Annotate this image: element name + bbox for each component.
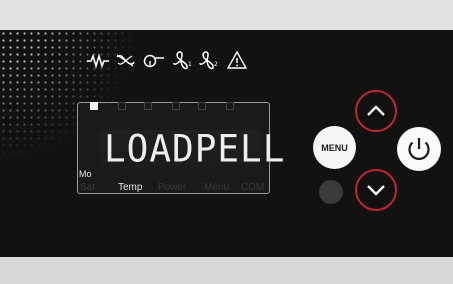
lcd-indicator-square bbox=[198, 102, 206, 110]
power-icon bbox=[408, 138, 430, 161]
status-icon-row: 1 2 bbox=[86, 49, 256, 71]
menu-button[interactable]: MENU bbox=[313, 126, 356, 169]
svg-text:2: 2 bbox=[214, 61, 218, 68]
menu-button-label: MENU bbox=[321, 142, 348, 153]
lcd-label-power: Power bbox=[158, 182, 187, 193]
fan1-icon: 1 bbox=[172, 49, 194, 71]
lcd-indicator-square bbox=[226, 102, 234, 110]
lcd-indicator-row bbox=[86, 102, 256, 112]
fan-off-icon bbox=[114, 49, 136, 71]
heater-icon bbox=[86, 49, 110, 71]
power-button[interactable] bbox=[397, 127, 441, 171]
down-button[interactable] bbox=[355, 169, 397, 211]
top-wall-strip bbox=[0, 0, 453, 30]
lcd-indicator-square bbox=[90, 102, 98, 110]
lcd-label-sat: Sat bbox=[80, 182, 96, 193]
up-button[interactable] bbox=[355, 90, 397, 132]
chevron-down-icon bbox=[367, 185, 385, 196]
fan2-icon: 2 bbox=[198, 49, 220, 71]
lcd-indicator-square bbox=[172, 102, 180, 110]
chevron-up-icon bbox=[367, 105, 385, 116]
bottom-wall-strip bbox=[0, 257, 453, 284]
auger-icon bbox=[142, 49, 166, 71]
lcd-label-com: COM bbox=[241, 182, 265, 193]
lcd-main-text: LOADPELL bbox=[104, 127, 286, 171]
svg-text:1: 1 bbox=[188, 61, 192, 68]
status-led bbox=[319, 180, 343, 204]
lcd-label-temp: Temp bbox=[118, 182, 143, 193]
lcd-indicator-square bbox=[118, 102, 126, 110]
warning-icon bbox=[226, 49, 248, 71]
lcd-indicator-square bbox=[144, 102, 152, 110]
lcd-label-menu: Menu bbox=[204, 182, 230, 193]
lcd-mode-label: Mo bbox=[79, 169, 92, 179]
